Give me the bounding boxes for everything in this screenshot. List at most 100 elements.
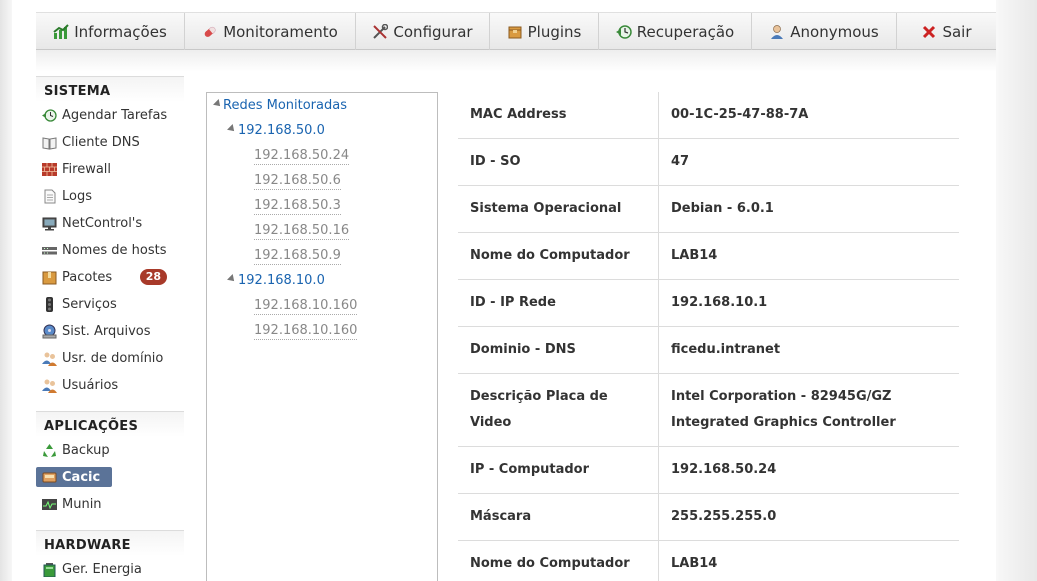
tree-network-node[interactable]: 192.168.50.0 xyxy=(238,123,325,138)
sidebar-item-label: NetControl's xyxy=(62,216,143,231)
detail-row: Sistema Operacional Debian - 6.0.1 xyxy=(458,186,959,233)
menu-configurar[interactable]: Configurar xyxy=(356,13,490,50)
detail-value: Intel Corporation - 82945G/GZ Integrated… xyxy=(671,389,896,430)
menu-label: Configurar xyxy=(393,22,473,41)
sidebar-item-logs[interactable]: Logs xyxy=(36,183,184,210)
detail-row: IP - Computador 192.168.50.24 xyxy=(458,447,959,494)
sidebar-item-label: Firewall xyxy=(62,162,112,177)
sidebar-item-label: Logs xyxy=(62,189,92,204)
menu-informacoes[interactable]: Informações xyxy=(36,13,185,50)
detail-label: IP - Computador xyxy=(458,447,659,493)
sidebar-item-sist-arquivos[interactable]: Sist. Arquivos xyxy=(36,318,184,345)
tree-host-node[interactable]: 192.168.50.24 xyxy=(254,148,350,165)
tree-host-node[interactable]: 192.168.50.3 xyxy=(254,198,341,215)
detail-value: 47 xyxy=(671,154,690,169)
sidebar-item-pacotes[interactable]: Pacotes 28 xyxy=(36,264,184,291)
detail-row: ID - IP Rede 192.168.10.1 xyxy=(458,280,959,327)
sidebar-item-label: Pacotes xyxy=(62,270,113,285)
detail-value: 192.168.10.1 xyxy=(671,295,768,310)
server-icon xyxy=(42,243,57,258)
sidebar-item-label: Usuários xyxy=(62,378,119,393)
detail-label: ID - IP Rede xyxy=(458,280,659,326)
tree-root-redes-monitoradas[interactable]: Redes Monitoradas xyxy=(223,98,347,113)
sidebar-item-label: Munin xyxy=(62,497,102,512)
sidebar-item-ger-energia[interactable]: Ger. Energia xyxy=(36,556,184,581)
detail-label: Máscara xyxy=(458,494,659,540)
sidebar-item-usr-de-dominio[interactable]: Usr. de domínio xyxy=(36,345,184,372)
sidebar-item-servicos[interactable]: Serviços xyxy=(36,291,184,318)
users-icon xyxy=(42,351,57,366)
sidebar-item-usuarios[interactable]: Usuários xyxy=(36,372,184,399)
sidebar-item-label: Agendar Tarefas xyxy=(62,108,168,123)
detail-row: Máscara 255.255.255.0 xyxy=(458,494,959,541)
tree-network-node[interactable]: 192.168.10.0 xyxy=(238,273,325,288)
collapse-icon[interactable] xyxy=(227,124,237,134)
detail-row: ID - SO 47 xyxy=(458,139,959,186)
page-background-right xyxy=(996,0,1037,581)
sidebar-item-munin[interactable]: Munin xyxy=(36,491,184,518)
chart-icon xyxy=(53,23,69,40)
document-icon xyxy=(42,189,57,204)
user-icon xyxy=(769,24,785,40)
detail-row: Descrição Placa de Video Intel Corporati… xyxy=(458,374,959,447)
sidebar-section-hardware: HARDWARE xyxy=(36,530,184,556)
computer-icon xyxy=(42,216,57,231)
sidebar-item-label: Backup xyxy=(62,443,110,458)
detail-label: Descrição Placa de Video xyxy=(458,374,659,446)
sidebar-item-netcontrols[interactable]: NetControl's xyxy=(36,210,184,237)
collapse-icon[interactable] xyxy=(213,99,223,109)
sidebar-item-label: Cacic xyxy=(62,469,101,485)
menu-recuperacao[interactable]: Recuperação xyxy=(599,13,752,50)
menu-monitoramento[interactable]: Monitoramento xyxy=(185,13,356,50)
monitor-graph-icon xyxy=(42,497,57,512)
top-menu: Informações Monitoramento Configurar Plu… xyxy=(36,12,996,50)
tree-host-node[interactable]: 192.168.10.160 xyxy=(254,298,358,315)
tree-host-node[interactable]: 192.168.50.6 xyxy=(254,173,341,190)
sidebar-section-aplicacoes: APLICAÇÕES xyxy=(36,411,184,437)
detail-value: LAB14 xyxy=(671,248,718,263)
tree-host-node[interactable]: 192.168.50.9 xyxy=(254,248,341,265)
menu-plugins[interactable]: Plugins xyxy=(490,13,599,50)
sidebar-item-label: Usr. de domínio xyxy=(62,351,164,366)
computer-details-table: MAC Address 00-1C-25-47-88-7A ID - SO 47… xyxy=(458,92,959,581)
detail-row: Dominio - DNS ficedu.intranet xyxy=(458,327,959,374)
menu-sair[interactable]: Sair xyxy=(897,13,996,50)
detail-label: Sistema Operacional xyxy=(458,186,659,232)
menu-shadow xyxy=(36,50,996,72)
collapse-icon[interactable] xyxy=(227,274,237,284)
menu-label: Recuperação xyxy=(636,22,735,41)
sidebar-item-label: Cliente DNS xyxy=(62,135,140,150)
sidebar-item-backup[interactable]: Backup xyxy=(36,437,184,464)
clock-arrow-icon xyxy=(42,108,57,123)
menu-label: Sair xyxy=(942,22,972,41)
page-background-left xyxy=(0,0,12,581)
sidebar-item-agendar-tarefas[interactable]: Agendar Tarefas xyxy=(36,102,184,129)
menu-label: Anonymous xyxy=(790,22,879,41)
tree-host-node[interactable]: 192.168.50.16 xyxy=(254,223,350,240)
detail-row: MAC Address 00-1C-25-47-88-7A xyxy=(458,92,959,139)
detail-value: 255.255.255.0 xyxy=(671,509,777,524)
book-icon xyxy=(42,135,57,150)
detail-value: 192.168.50.24 xyxy=(671,462,777,477)
battery-icon xyxy=(42,562,57,578)
sidebar-item-cacic[interactable]: Cacic xyxy=(36,467,112,487)
brick-wall-icon xyxy=(42,162,57,177)
sidebar-item-label: Serviços xyxy=(62,297,117,312)
sidebar-item-nomes-de-hosts[interactable]: Nomes de hosts xyxy=(36,237,184,264)
detail-label: Dominio - DNS xyxy=(458,327,659,373)
sidebar-item-firewall[interactable]: Firewall xyxy=(36,156,184,183)
detail-value: Debian - 6.0.1 xyxy=(671,201,774,216)
sidebar: SISTEMA Agendar Tarefas Cliente DNS Fire… xyxy=(36,76,184,581)
sidebar-item-cliente-dns[interactable]: Cliente DNS xyxy=(36,129,184,156)
detail-value: LAB14 xyxy=(671,556,718,571)
box-icon xyxy=(507,24,523,40)
menu-label: Plugins xyxy=(527,22,582,41)
menu-label: Monitoramento xyxy=(223,22,338,41)
detail-row: Nome do Computador LAB14 xyxy=(458,541,959,581)
tree-host-node[interactable]: 192.168.10.160 xyxy=(254,323,358,340)
sidebar-item-label: Nomes de hosts xyxy=(62,243,167,258)
menu-anonymous[interactable]: Anonymous xyxy=(752,13,897,50)
detail-label: MAC Address xyxy=(458,92,659,138)
